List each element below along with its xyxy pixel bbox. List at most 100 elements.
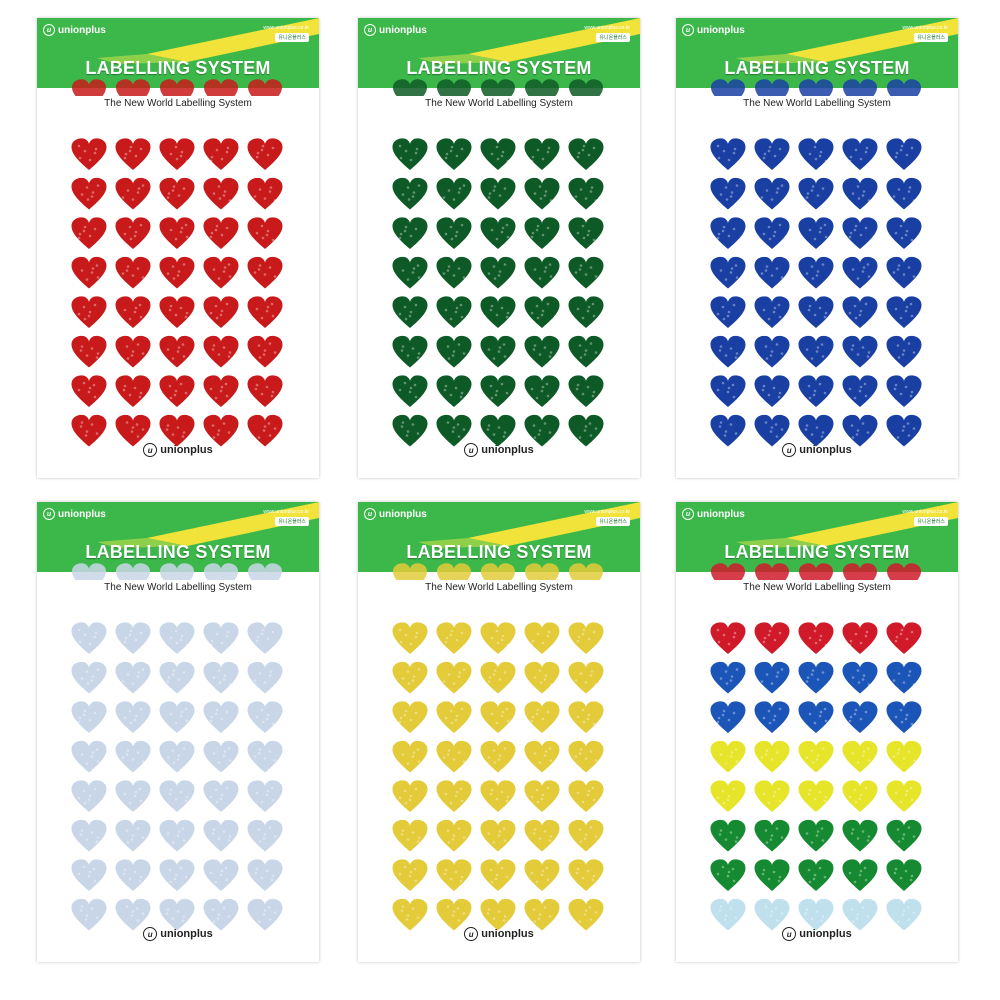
heart-sparkle	[185, 311, 189, 315]
heart-sticker	[842, 414, 878, 447]
heart-sparkle	[721, 789, 725, 793]
heart-sparkle	[581, 876, 585, 880]
heart-sparkle	[488, 192, 492, 195]
sticker-sheet-gold: u unionplus www.unionplus.co.kr 유니온플러스 L…	[358, 502, 640, 962]
heart-sticker	[754, 859, 790, 891]
heart-sparkle	[130, 838, 134, 841]
heart-sparkle	[778, 875, 782, 879]
heart-sparkle	[576, 383, 580, 387]
heart-sparkle	[775, 919, 779, 922]
heart-sparkle	[853, 880, 857, 884]
heart-sparkle	[853, 304, 857, 308]
heart-sparkle	[727, 234, 731, 238]
heart-sparkle	[546, 226, 550, 230]
heart-sparkle	[821, 355, 825, 358]
heart-sparkle	[93, 303, 97, 307]
heart-sparkle	[121, 756, 125, 759]
heart-sparkle	[457, 343, 461, 346]
heart-sparkle	[217, 429, 221, 432]
heart-sparkle	[405, 918, 409, 921]
heart-sticker	[159, 701, 195, 733]
heart-sparkle	[228, 759, 232, 762]
heart-sparkle	[487, 756, 491, 759]
heart-sparkle	[760, 196, 764, 199]
heart-sparkle	[773, 714, 777, 718]
heart-sparkle	[594, 427, 598, 430]
heart-sparkle	[452, 350, 456, 353]
heart-sparkle	[79, 909, 83, 912]
heart-sparkle	[722, 633, 726, 637]
heart-sparkle	[165, 428, 169, 431]
heart-sparkle	[171, 673, 175, 676]
heart-sticker	[247, 296, 283, 328]
heart-sparkle	[530, 235, 534, 239]
heart-sparkle	[406, 430, 410, 433]
heart-sparkle	[228, 199, 232, 202]
heart-sparkle	[459, 303, 463, 307]
heart-sticker	[392, 177, 428, 210]
heart-sparkle	[805, 680, 809, 683]
heart-sticker	[754, 217, 790, 249]
heart-sparkle	[900, 628, 904, 632]
heart-sticker	[247, 740, 283, 773]
heart-sparkle	[219, 389, 223, 393]
heart-sparkle	[815, 350, 819, 353]
heart-sparkle	[498, 194, 502, 197]
heart-sparkle	[592, 722, 596, 726]
heart-sparkle	[407, 198, 411, 201]
heart-sparkle	[864, 302, 868, 306]
heart-sparkle	[492, 841, 496, 844]
heart-sparkle	[93, 635, 97, 639]
heart-sparkle	[864, 150, 868, 154]
heart-sparkle	[398, 312, 402, 316]
heart-sparkle	[853, 712, 857, 716]
heart-sparkle	[533, 828, 537, 831]
heart-sparkle	[732, 787, 736, 791]
heart-sparkle	[88, 642, 92, 646]
heart-sparkle	[398, 388, 402, 392]
heart-sparkle	[185, 159, 189, 163]
heart-sparkle	[762, 792, 766, 796]
heart-sparkle	[456, 423, 460, 426]
heart-sparkle	[444, 640, 448, 644]
heart-sticker	[842, 217, 878, 249]
heart-sparkle	[254, 387, 258, 391]
sheet-footer: u unionplus	[37, 443, 319, 457]
heart-sparkle	[537, 433, 541, 436]
heart-sticker	[568, 622, 604, 654]
heart-sparkle	[174, 797, 178, 801]
heart-sparkle	[123, 156, 127, 160]
heart-sparkle	[399, 640, 403, 644]
heart-sparkle	[493, 761, 497, 764]
heart-sparkle	[141, 276, 145, 279]
heart-sticker	[524, 138, 560, 170]
heart-sparkle	[216, 917, 220, 920]
heart-sticker	[798, 661, 834, 694]
heart-sparkle	[184, 799, 188, 803]
heart-sparkle	[765, 357, 769, 360]
heart-sparkle	[214, 880, 218, 884]
heart-sparkle	[501, 226, 505, 230]
heart-sticker	[568, 375, 604, 407]
heart-sparkle	[905, 305, 909, 309]
unionplus-footer-logo-icon: u	[782, 443, 797, 457]
heart-sparkle	[126, 357, 130, 360]
heart-sparkle	[734, 916, 738, 919]
heart-sparkle	[770, 758, 774, 761]
heart-sparkle	[726, 798, 730, 802]
heart-sparkle	[129, 629, 133, 633]
heart-sparkle	[408, 390, 412, 394]
heart-sparkle	[717, 156, 721, 160]
heart-sparkle	[818, 714, 822, 718]
heart-sparkle	[777, 303, 781, 307]
heart-sparkle	[217, 761, 221, 764]
heart-sparkle	[867, 759, 871, 762]
heart-sparkle	[131, 350, 135, 353]
heart-sparkle	[403, 305, 407, 309]
heart-sparkle	[815, 426, 819, 429]
heart-sticker	[754, 138, 790, 170]
heart-sparkle	[729, 195, 733, 198]
heart-sparkle	[141, 184, 145, 187]
heart-sticker	[480, 138, 516, 170]
heart-sparkle	[909, 878, 913, 882]
